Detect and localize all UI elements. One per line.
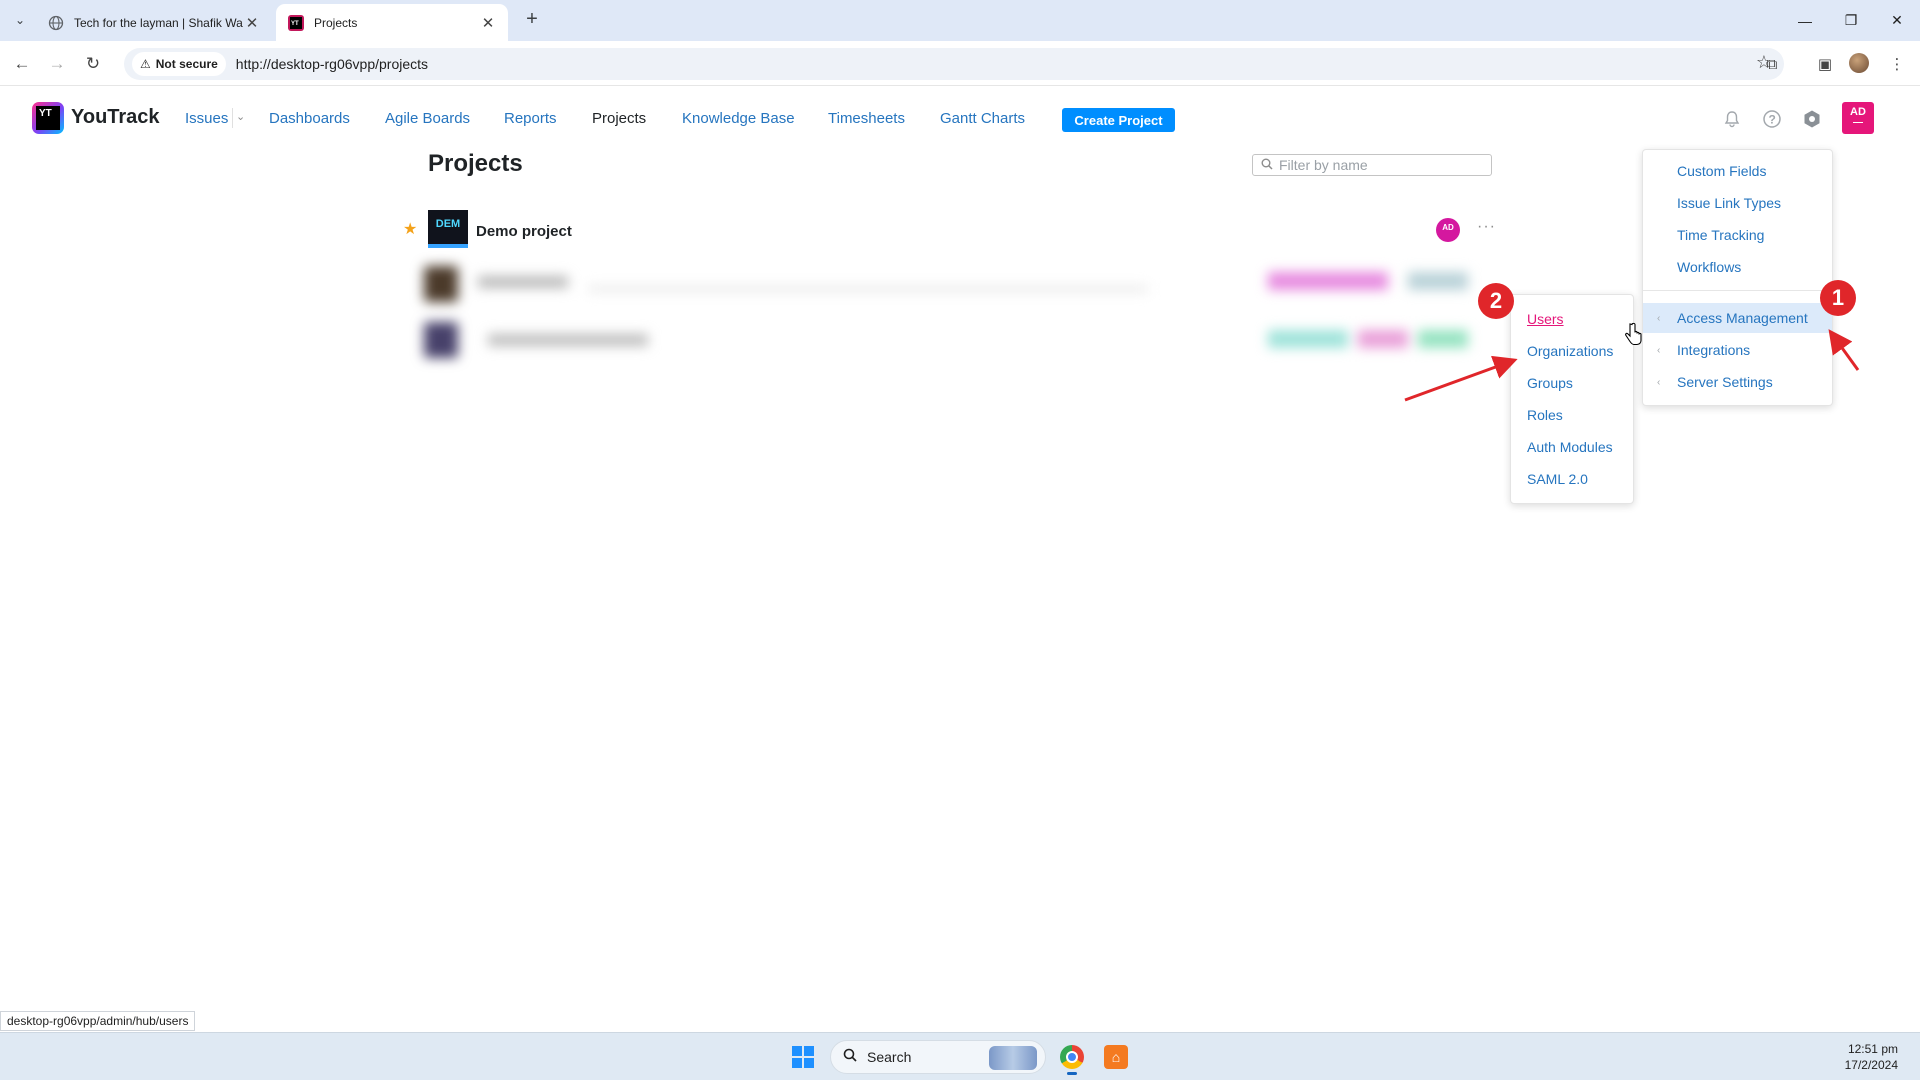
windows-taskbar: Search ⌂ 12:51 pm 17/2/2024	[0, 1032, 1920, 1080]
network-app-icon: ⌂	[1104, 1045, 1128, 1069]
annotation-badge-1: 1	[1820, 280, 1856, 316]
annotation-arrows	[1404, 329, 1860, 402]
annotation-arrow-1	[1828, 329, 1860, 371]
app-taskbar-icon[interactable]: ⌂	[1100, 1041, 1132, 1073]
chrome-taskbar-icon[interactable]	[1056, 1041, 1088, 1075]
clock-date: 17/2/2024	[1844, 1058, 1898, 1072]
annotation-badge-2: 2	[1478, 283, 1514, 319]
search-icon	[843, 1048, 857, 1066]
search-highlight-image	[989, 1046, 1037, 1070]
chrome-icon	[1060, 1045, 1084, 1069]
running-indicator	[1067, 1072, 1077, 1075]
status-bar-url: desktop-rg06vpp/admin/hub/users	[0, 1011, 196, 1031]
windows-start-icon[interactable]	[792, 1046, 814, 1068]
annotation-arrow-2	[1404, 355, 1518, 402]
taskbar-search-label: Search	[867, 1049, 912, 1065]
taskbar-search[interactable]: Search	[830, 1040, 1046, 1074]
taskbar-clock[interactable]: 12:51 pm 17/2/2024	[1845, 1041, 1898, 1073]
clock-time: 12:51 pm	[1847, 1042, 1898, 1056]
